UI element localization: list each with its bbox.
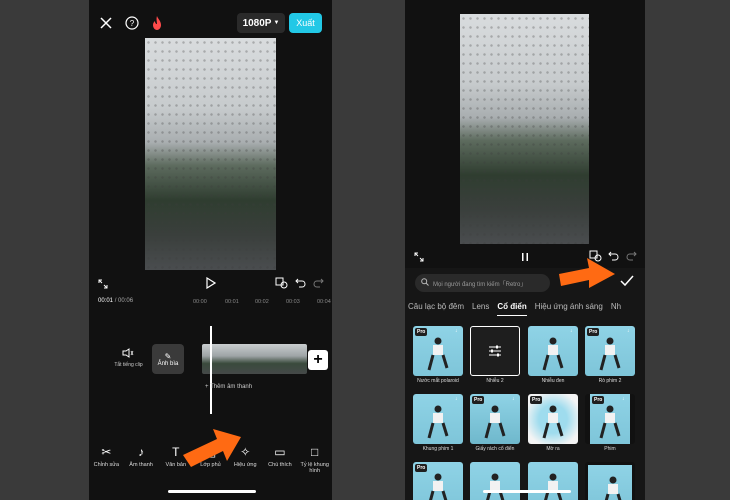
time-total: 00:06 xyxy=(118,298,134,304)
download-icon: ↓ xyxy=(512,396,515,402)
download-icon: ↓ xyxy=(455,328,458,334)
confirm-check-icon[interactable] xyxy=(620,274,636,290)
redo-icon[interactable] xyxy=(312,277,324,289)
text-icon: T xyxy=(172,445,180,459)
effect-item[interactable]: Pro xyxy=(413,462,463,500)
download-icon: ↓ xyxy=(570,328,573,334)
download-icon: ↓ xyxy=(622,396,625,402)
tab-nightclub[interactable]: Câu lạc bộ đêm xyxy=(408,302,464,316)
tool-captions[interactable]: ▭ Chú thích xyxy=(263,445,298,475)
tool-edit[interactable]: ✂ Chỉnh sửa xyxy=(89,445,124,475)
effect-item[interactable]: ↓ Khung phim 1 xyxy=(413,394,463,452)
tick-label: 00:03 xyxy=(286,299,300,305)
play-icon[interactable] xyxy=(205,277,217,289)
effect-search-input[interactable]: Mọi người đang tìm kiếm「Retro」 xyxy=(415,274,550,292)
effect-item[interactable]: Pro ↓ Giấy rách cổ điển xyxy=(470,394,520,452)
flame-icon[interactable] xyxy=(149,15,164,30)
effect-item-selected[interactable]: Nhiễu 2 xyxy=(470,326,520,384)
sliders-icon xyxy=(488,344,502,363)
music-note-icon: ♪ xyxy=(138,445,145,459)
effect-item[interactable]: Pro ↓ Nước mắt polaroid xyxy=(413,326,463,384)
speaker-icon[interactable] xyxy=(121,347,135,359)
resolution-dropdown[interactable]: 1080P ▼ xyxy=(237,13,285,33)
tab-light-effects[interactable]: Hiệu ứng ánh sáng xyxy=(535,302,603,316)
effect-item[interactable]: Pro ↓ Rò phim 2 xyxy=(585,326,635,384)
fullscreen-icon[interactable] xyxy=(413,251,425,263)
help-icon[interactable]: ? xyxy=(124,15,139,30)
resolution-value: 1080P xyxy=(242,17,272,29)
download-icon: ↓ xyxy=(455,396,458,402)
aspect-ratio-icon: □ xyxy=(311,445,319,459)
tab-retro[interactable]: Cổ điển xyxy=(497,302,527,316)
time-current: 00:01 xyxy=(98,298,114,304)
effect-item[interactable]: ↓ Nhiễu đen xyxy=(528,326,578,384)
effect-category-tabs: Câu lạc bộ đêm Lens Cổ điển Hiệu ứng ánh… xyxy=(405,302,645,316)
cover-label: Ảnh bìa xyxy=(157,360,179,367)
search-placeholder: Mọi người đang tìm kiếm「Retro」 xyxy=(433,281,527,288)
undo-icon[interactable] xyxy=(294,277,306,289)
svg-text:?: ? xyxy=(129,19,134,28)
keyframe-icon[interactable] xyxy=(274,277,288,289)
arrow-annotation-icon xyxy=(559,258,615,288)
chevron-down-icon: ▼ xyxy=(273,20,280,26)
pencil-icon: ✎ xyxy=(164,351,172,361)
caption-icon: ▭ xyxy=(274,445,286,459)
editor-screen: ? 1080P ▼ Xuất 00:01 / 00:06 00:00 00:01… xyxy=(89,0,332,500)
home-indicator xyxy=(483,490,571,493)
effect-item[interactable]: Pro ↓ Mờ ra xyxy=(528,394,578,452)
playhead[interactable] xyxy=(210,326,212,414)
fullscreen-icon[interactable] xyxy=(97,278,109,290)
tool-aspect-ratio[interactable]: □ Tỷ lệ khung hình xyxy=(297,445,332,475)
arrow-annotation-icon xyxy=(183,429,241,467)
video-preview xyxy=(460,14,589,244)
tick-label: 00:02 xyxy=(255,299,269,305)
add-audio-button[interactable]: + Thêm âm thanh xyxy=(205,384,252,390)
video-clip-strip[interactable] xyxy=(202,344,307,374)
video-preview xyxy=(145,38,276,270)
effect-item[interactable] xyxy=(528,462,578,500)
scissors-icon: ✂ xyxy=(101,445,112,459)
download-icon: ↓ xyxy=(627,328,630,334)
tab-more[interactable]: Nh xyxy=(611,302,621,316)
redo-icon[interactable] xyxy=(625,250,637,262)
time-readout: 00:01 / 00:06 xyxy=(98,298,134,304)
pause-icon[interactable] xyxy=(519,251,531,263)
export-button[interactable]: Xuất xyxy=(289,13,322,33)
search-icon xyxy=(421,278,429,288)
effect-item[interactable] xyxy=(470,462,520,500)
tick-label: 00:01 xyxy=(225,299,239,305)
cover-button[interactable]: ✎ Ảnh bìa xyxy=(152,344,184,374)
tick-label: 00:00 xyxy=(193,299,207,305)
add-clip-button[interactable]: + xyxy=(308,350,328,370)
tool-audio[interactable]: ♪ Âm thanh xyxy=(124,445,159,475)
tick-label: 00:04 xyxy=(317,299,331,305)
close-icon[interactable] xyxy=(99,16,113,30)
home-indicator xyxy=(168,490,256,493)
effect-item[interactable] xyxy=(585,462,635,500)
effect-item[interactable]: Pro ↓ Phim xyxy=(585,394,635,452)
mute-clip-label[interactable]: Tắt tiếng clip xyxy=(111,362,146,368)
download-icon: ↓ xyxy=(570,396,573,402)
effects-screen: Mọi người đang tìm kiếm「Retro」 Câu lạc b… xyxy=(405,0,645,500)
tab-lens[interactable]: Lens xyxy=(472,302,489,316)
